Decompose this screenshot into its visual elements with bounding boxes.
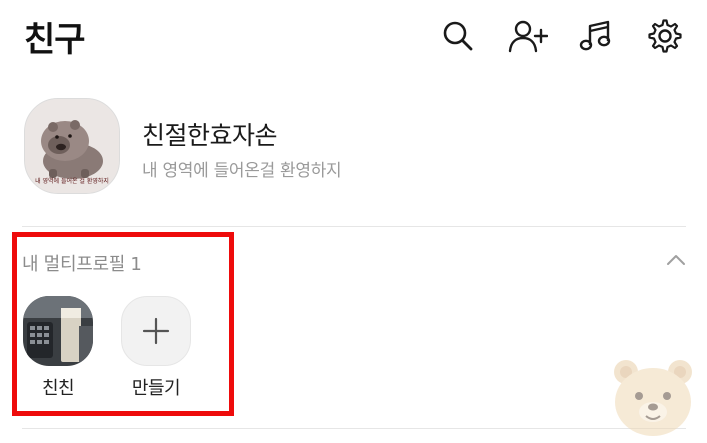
header: 친구 [0,0,707,76]
bear-watermark-icon [614,360,692,436]
add-friend-icon [508,20,548,53]
settings-icon [648,19,682,53]
page-title: 친구 [24,20,86,60]
settings-button[interactable] [645,16,685,56]
search-button[interactable] [438,16,478,56]
profile-name: 친절한효자손 [142,121,278,150]
music-icon [579,20,611,51]
avatar-caption: 내 영역에 들어온 걸 환영하지 [35,178,109,185]
divider [22,428,686,429]
search-icon [443,21,473,51]
profile-avatar[interactable]: 내 영역에 들어온 걸 환영하지 [24,98,120,194]
add-friend-button[interactable] [508,16,548,56]
music-button[interactable] [576,16,616,56]
collapse-button[interactable] [662,250,690,270]
my-profile[interactable]: 내 영역에 들어온 걸 환영하지 친절한효자손 내 영역에 들어온걸 환영하지 [0,88,707,208]
profile-status-message: 내 영역에 들어온걸 환영하지 [142,161,342,181]
chevron-up-icon [667,255,685,265]
highlight-box [12,232,234,416]
